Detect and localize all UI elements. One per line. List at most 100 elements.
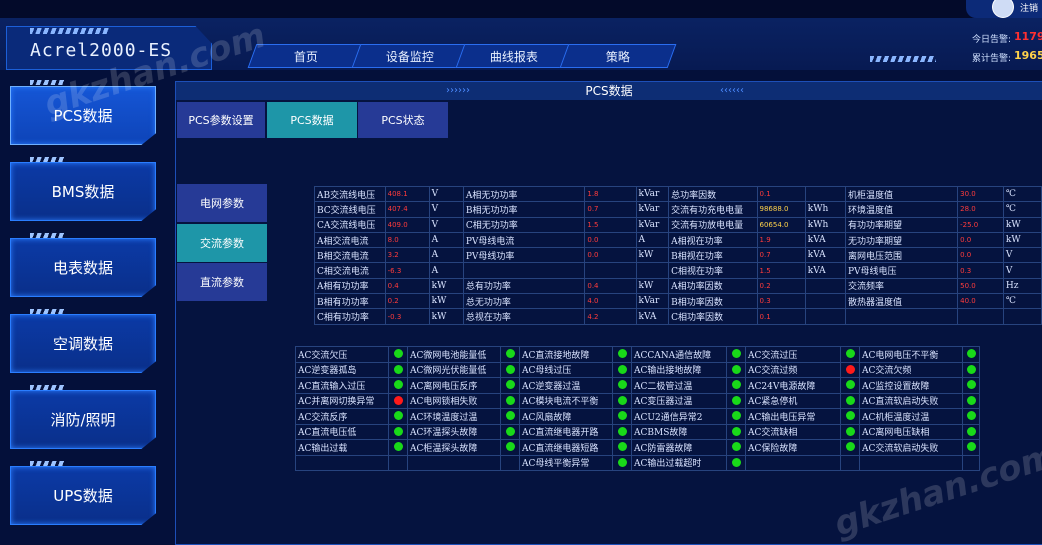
status-label: AC电网电压不平衡 [859, 346, 963, 363]
status-indicator [726, 408, 746, 425]
param-value: 0.0 [957, 231, 1004, 249]
param-value: 28.0 [957, 201, 1004, 218]
green-status-dot-icon [617, 395, 627, 405]
green-status-dot-icon [845, 380, 855, 390]
param-unit: kW [635, 277, 670, 295]
status-label: AC电网锁相失败 [407, 392, 501, 409]
status-label: AC变压器过温 [631, 392, 727, 409]
param-unit: kW [428, 293, 464, 310]
status-label: AC直流继电器开路 [519, 423, 613, 440]
sidebar-stripe [30, 309, 64, 314]
param-label: 总视在功率 [462, 308, 586, 325]
param-value: 1.8 [584, 185, 637, 203]
param-unit: kVA [804, 247, 846, 264]
tab-pcs-param-settings[interactable]: PCS参数设置 [177, 102, 265, 138]
sidebar-item-aircon[interactable]: 空调数据 [10, 314, 156, 373]
status-indicator [388, 408, 408, 425]
status-row: AC母线平衡异常 AC输出过载超时 [295, 454, 980, 471]
param-value: 50.0 [957, 277, 1004, 295]
param-label: C相有功功率 [314, 308, 386, 325]
param-unit: A [428, 262, 464, 279]
status-row: AC交流反序 AC环境温度过温 AC风扇故障 ACU2通信异常2 AC输出电压异常 AC机… [295, 408, 980, 425]
status-label: AC防雷器故障 [631, 439, 727, 456]
status-label: AC逆变器过温 [519, 377, 613, 394]
param-unit: ℃ [1002, 185, 1042, 203]
param-unit: V [428, 201, 464, 218]
status-label: AC逆变器孤岛 [295, 361, 389, 378]
subtab-dc-params[interactable]: 直流参数 [177, 263, 267, 301]
status-label: AC模块电流不平衡 [519, 392, 613, 409]
brand-logo: Acrel2000-ES [30, 40, 173, 61]
status-label: ACCANA通信故障 [631, 346, 727, 363]
green-status-dot-icon [617, 457, 627, 467]
param-unit: ℃ [1002, 293, 1042, 310]
nav-curve-report[interactable]: 曲线报表 [455, 44, 573, 68]
status-indicator [840, 439, 860, 456]
status-label: AC环温探头故障 [407, 423, 501, 440]
status-label: AC直流继电器短路 [519, 439, 613, 456]
param-label: PV母线功率 [462, 247, 586, 264]
param-label [462, 262, 586, 279]
param-unit: V [1002, 262, 1042, 279]
param-value: 4.0 [584, 293, 637, 310]
sidebar-item-fire-lighting[interactable]: 消防/照明 [10, 390, 156, 449]
status-indicator [840, 346, 860, 363]
green-status-dot-icon [393, 349, 403, 359]
status-label: AC24V电源故障 [745, 377, 841, 394]
param-unit: kVar [635, 293, 670, 310]
alarm-total-value: 1965 [1014, 49, 1042, 62]
param-unit: A [428, 247, 464, 264]
brand-stripes [30, 28, 110, 34]
subtab-ac-params[interactable]: 交流参数 [177, 224, 267, 262]
status-label: AC交流缺相 [745, 423, 841, 440]
sidebar-item-pcs[interactable]: PCS数据 [10, 86, 156, 145]
status-label: AC并离网切换异常 [295, 392, 389, 409]
status-row: AC并离网切换异常 AC电网锁相失败 AC模块电流不平衡 AC变压器过温 AC紧急停机 A… [295, 392, 980, 409]
status-indicator [962, 361, 980, 378]
param-unit: A [635, 231, 670, 249]
param-label: 总无功功率 [462, 293, 586, 310]
tab-pcs-status[interactable]: PCS状态 [358, 102, 448, 138]
param-unit: kVA [804, 262, 846, 279]
status-label: AC母线平衡异常 [519, 454, 613, 471]
sidebar-item-ups[interactable]: UPS数据 [10, 466, 156, 525]
nav-home[interactable]: 首页 [247, 44, 365, 68]
status-label: AC输出接地故障 [631, 361, 727, 378]
green-status-dot-icon [617, 426, 627, 436]
tab-pcs-data[interactable]: PCS数据 [267, 102, 357, 138]
param-value: 60654.0 [756, 216, 806, 233]
status-indicator [726, 346, 746, 363]
param-value: -25.0 [957, 216, 1004, 233]
status-indicator [840, 454, 860, 471]
status-indicator [612, 423, 632, 440]
sidebar-item-bms[interactable]: BMS数据 [10, 162, 156, 221]
nav-strategy[interactable]: 策略 [559, 44, 677, 68]
green-status-dot-icon [617, 364, 627, 374]
status-label: AC交流欠频 [859, 361, 963, 378]
nav-device-monitor[interactable]: 设备监控 [351, 44, 469, 68]
param-unit: kW [635, 247, 670, 264]
param-label: AB交流线电压 [314, 185, 386, 203]
status-indicator [962, 346, 980, 363]
param-label: 有功功率期望 [844, 216, 959, 233]
user-menu[interactable]: 注销 [966, 0, 1042, 18]
status-label: AC风扇故障 [519, 408, 613, 425]
status-indicator [840, 408, 860, 425]
status-label [295, 454, 389, 471]
status-label: AC输出电压异常 [745, 408, 841, 425]
status-indicator [726, 377, 746, 394]
status-label: AC监控设置故障 [859, 377, 963, 394]
subtab-grid-params[interactable]: 电网参数 [177, 184, 267, 222]
param-unit [804, 185, 846, 203]
param-unit: kWh [804, 216, 846, 233]
user-avatar-icon[interactable] [992, 0, 1014, 18]
param-label: B相功率因数 [668, 293, 758, 310]
logout-link[interactable]: 注销 [1020, 1, 1038, 14]
param-value: 0.3 [957, 262, 1004, 279]
sidebar-item-meter[interactable]: 电表数据 [10, 238, 156, 297]
param-value: 0.4 [584, 277, 637, 295]
param-value: 409.0 [384, 216, 430, 233]
status-label [407, 454, 501, 471]
green-status-dot-icon [393, 364, 403, 374]
param-unit: V [428, 216, 464, 233]
